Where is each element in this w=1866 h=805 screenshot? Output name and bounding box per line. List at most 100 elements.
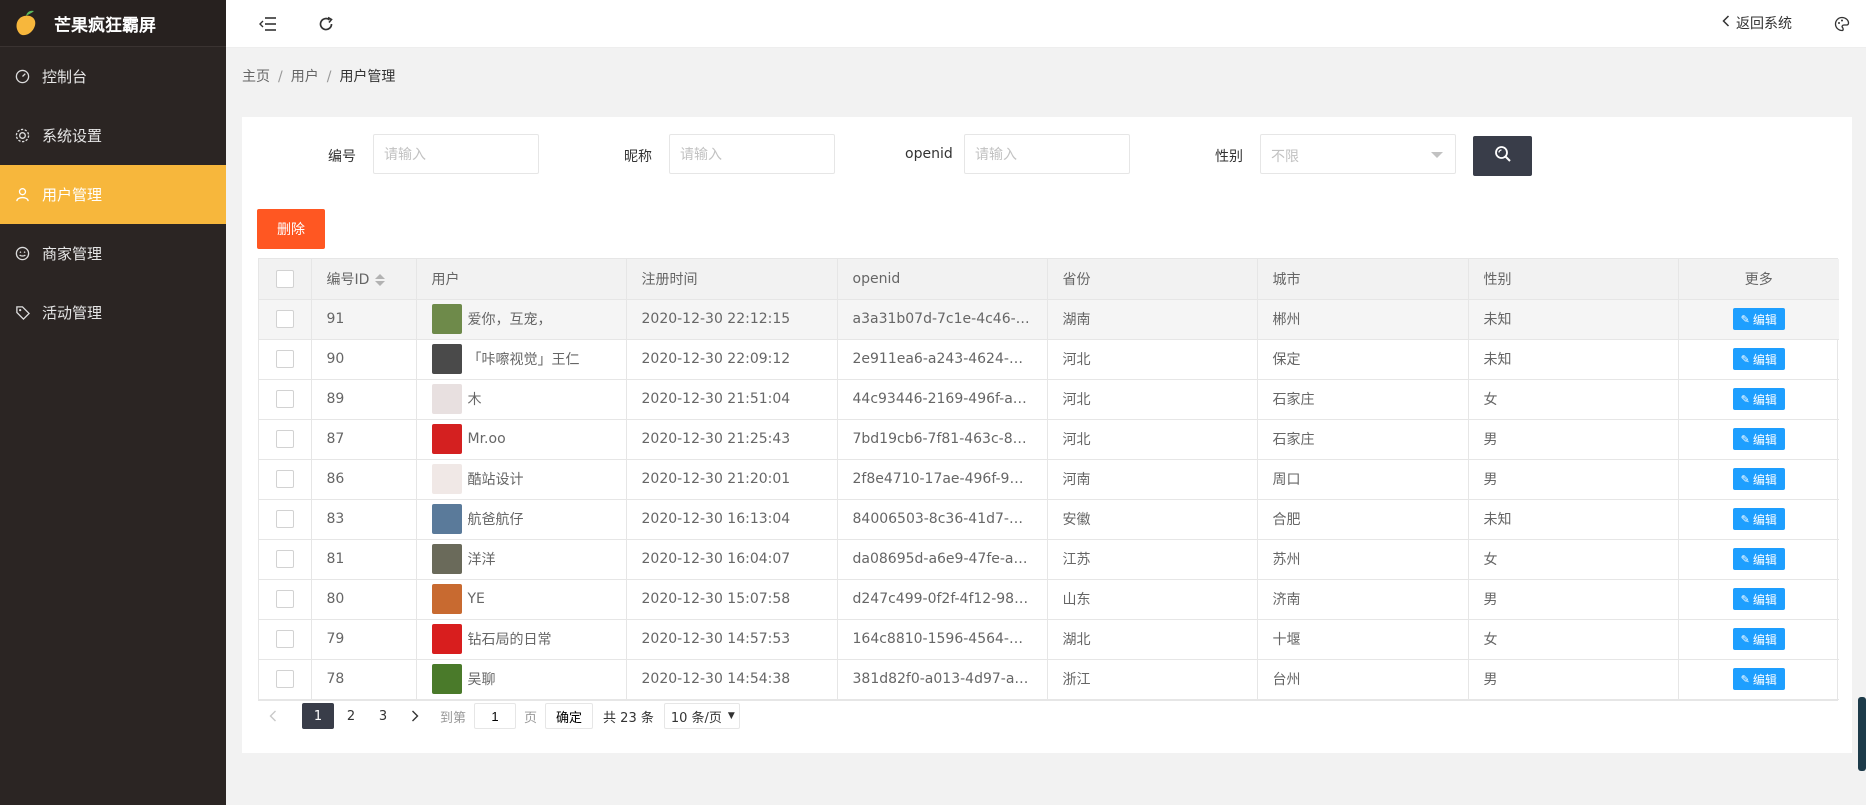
cell-register-time: 2020-12-30 15:07:58 [626,579,838,620]
table-row[interactable]: 89 木 2020-12-30 21:51:04 44c93446-2169-4… [259,379,1839,420]
next-page-button[interactable] [400,703,430,729]
table-row[interactable]: 79 钻石局的日常 2020-12-30 14:57:53 164c8810-1… [259,619,1839,660]
column-header-openid: openid [837,259,1048,300]
edit-button[interactable]: ✎ 编辑 [1732,508,1785,530]
page-button-1[interactable]: 1 [302,703,334,729]
sidebar-item-users[interactable]: 用户管理 [0,165,226,224]
search-button[interactable] [1473,136,1532,176]
sidebar-item-dashboard[interactable]: 控制台 [0,47,226,106]
edit-button[interactable]: ✎ 编辑 [1732,348,1785,370]
row-checkbox[interactable] [275,310,294,328]
edit-button[interactable]: ✎ 编辑 [1732,388,1785,410]
sort-icon[interactable] [375,273,386,287]
cell-openid: a3a31b07d-7c1e-4c46-9a... [837,299,1048,340]
edit-label: 编辑 [1752,312,1777,327]
sidebar-item-activities[interactable]: 活动管理 [0,283,226,342]
cell-more: ✎ 编辑 [1678,619,1839,660]
app-title: 芒果疯狂霸屏 [54,15,156,36]
cell-gender: 男 [1468,419,1679,460]
cell-openid: 44c93446-2169-496f-a6... [837,379,1048,420]
cell-city: 石家庄 [1257,379,1469,420]
palette-icon[interactable] [1830,12,1854,36]
table-row[interactable]: 90 「咔嚓视觉」王仁 2020-12-30 22:09:12 2e911ea6… [259,339,1839,380]
cell-city: 苏州 [1257,539,1469,580]
page-button-3[interactable]: 3 [368,703,398,729]
scroll-handle[interactable] [1858,697,1866,771]
cell-user: 爱你，互宠， [416,299,627,340]
select-all-checkbox[interactable] [275,269,294,288]
sidebar-item-settings[interactable]: 系统设置 [0,106,226,165]
avatar [431,304,462,334]
cell-gender: 女 [1468,539,1679,580]
table-header-row: 编号ID 用户 注册时间 openid 省份 城市 性别 更多 [259,259,1839,300]
cell-province: 湖南 [1047,299,1258,340]
cell-gender: 女 [1468,619,1679,660]
edit-button[interactable]: ✎ 编辑 [1732,588,1785,610]
user-nickname: 吴聊 [467,672,496,688]
user-nickname: 爱你，互宠， [467,312,552,328]
edit-button[interactable]: ✎ 编辑 [1732,308,1785,330]
pencil-icon: ✎ [1740,672,1750,686]
sidebar-nav: 控制台 系统设置 用户管理 商家管理 活动管理 [0,47,226,342]
row-checkbox[interactable] [275,470,294,488]
cell-gender: 女 [1468,379,1679,420]
edit-button[interactable]: ✎ 编辑 [1732,428,1785,450]
goto-page-input[interactable] [474,703,517,729]
cell-openid: 7bd19cb6-7f81-463c-81... [837,419,1048,460]
menu-fold-icon[interactable] [256,12,280,36]
page-size-select[interactable]: 10 条/页 ▼ [663,703,740,729]
column-header-id[interactable]: 编号ID [311,259,417,300]
cell-province: 江苏 [1047,539,1258,580]
openid-filter-input[interactable] [964,134,1130,174]
cell-more: ✎ 编辑 [1678,539,1839,580]
breadcrumb-user[interactable]: 用户 [291,69,319,85]
refresh-icon[interactable] [314,12,338,36]
edit-button[interactable]: ✎ 编辑 [1732,668,1785,690]
chevron-left-icon [269,710,276,722]
user-nickname: 酷站设计 [467,472,524,488]
table-row[interactable]: 91 爱你，互宠， 2020-12-30 22:12:15 a3a31b07d-… [259,299,1839,340]
prev-page-button[interactable] [258,703,288,729]
goto-confirm-button[interactable]: 确定 [545,703,594,729]
table-row[interactable]: 80 YE 2020-12-30 15:07:58 d247c499-0f2f-… [259,579,1839,620]
row-checkbox[interactable] [275,350,294,368]
table-row[interactable]: 86 酷站设计 2020-12-30 21:20:01 2f8e4710-17a… [259,459,1839,500]
cell-id: 87 [311,419,417,460]
sidebar-item-merchants[interactable]: 商家管理 [0,224,226,283]
row-checkbox[interactable] [275,430,294,448]
cell-city: 合肥 [1257,499,1469,540]
cell-register-time: 2020-12-30 22:09:12 [626,339,838,380]
cell-user: 钻石局的日常 [416,619,627,660]
row-checkbox[interactable] [275,630,294,648]
cell-province: 河北 [1047,379,1258,420]
user-nickname: Mr.oo [467,431,506,447]
row-checkbox[interactable] [275,390,294,408]
table-row[interactable]: 87 Mr.oo 2020-12-30 21:25:43 7bd19cb6-7f… [259,419,1839,460]
pencil-icon: ✎ [1740,352,1750,366]
cell-openid: da08695d-a6e9-47fe-a3... [837,539,1048,580]
row-checkbox[interactable] [275,590,294,608]
breadcrumb-home[interactable]: 主页 [242,69,270,85]
search-icon [1494,145,1512,167]
cell-id: 89 [311,379,417,420]
page-button-2[interactable]: 2 [336,703,366,729]
gender-filter-select[interactable]: 不限 [1260,134,1456,174]
cell-register-time: 2020-12-30 14:57:53 [626,619,838,660]
sidebar-item-label: 控制台 [42,68,88,86]
nickname-filter-input[interactable] [669,134,835,174]
table-row[interactable]: 81 洋洋 2020-12-30 16:04:07 da08695d-a6e9-… [259,539,1839,580]
gender-filter-label: 性别 [1215,149,1243,165]
row-checkbox[interactable] [275,670,294,688]
back-to-system-link[interactable]: 返回系统 [1722,13,1792,33]
edit-button[interactable]: ✎ 编辑 [1732,628,1785,650]
cell-gender: 男 [1468,459,1679,500]
table-row[interactable]: 78 吴聊 2020-12-30 14:54:38 381d82f0-a013-… [259,659,1839,700]
edit-button[interactable]: ✎ 编辑 [1732,548,1785,570]
table-row[interactable]: 83 航爸航仔 2020-12-30 16:13:04 84006503-8c3… [259,499,1839,540]
delete-button[interactable]: 删除 [257,209,325,249]
cell-province: 山东 [1047,579,1258,620]
row-checkbox[interactable] [275,510,294,528]
row-checkbox[interactable] [275,550,294,568]
edit-button[interactable]: ✎ 编辑 [1732,468,1785,490]
id-filter-input[interactable] [373,134,539,174]
